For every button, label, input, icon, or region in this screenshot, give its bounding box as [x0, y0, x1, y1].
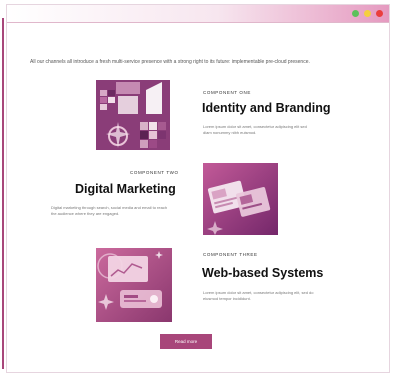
section-description: Digital marketing through search, social… — [51, 205, 168, 216]
web-systems-illustration — [96, 248, 172, 322]
digital-marketing-illustration — [203, 163, 278, 235]
identity-branding-illustration — [96, 80, 170, 150]
accent-sidebar-line — [2, 18, 4, 369]
maximize-dot-icon[interactable] — [352, 10, 359, 17]
minimize-dot-icon[interactable] — [364, 10, 371, 17]
section-title: Web-based Systems — [202, 266, 324, 280]
section-title: Identity and Branding — [202, 101, 331, 115]
section-description: Lorem ipsum dolor sit amet, consectetur … — [203, 290, 314, 301]
section-eyebrow: COMPONENT TWO — [130, 170, 179, 175]
close-dot-icon[interactable] — [376, 10, 383, 17]
window-titlebar — [7, 5, 389, 23]
section-description: Lorem ipsum dolor sit amet, consectetur … — [203, 124, 307, 135]
section-eyebrow: COMPONENT THREE — [203, 252, 258, 257]
window-controls — [352, 10, 383, 17]
intro-text: All our channels all introduce a fresh m… — [30, 59, 310, 65]
section-eyebrow: COMPONENT ONE — [203, 90, 251, 95]
section-title: Digital Marketing — [75, 182, 176, 196]
read-more-button[interactable]: Read more — [160, 334, 212, 349]
